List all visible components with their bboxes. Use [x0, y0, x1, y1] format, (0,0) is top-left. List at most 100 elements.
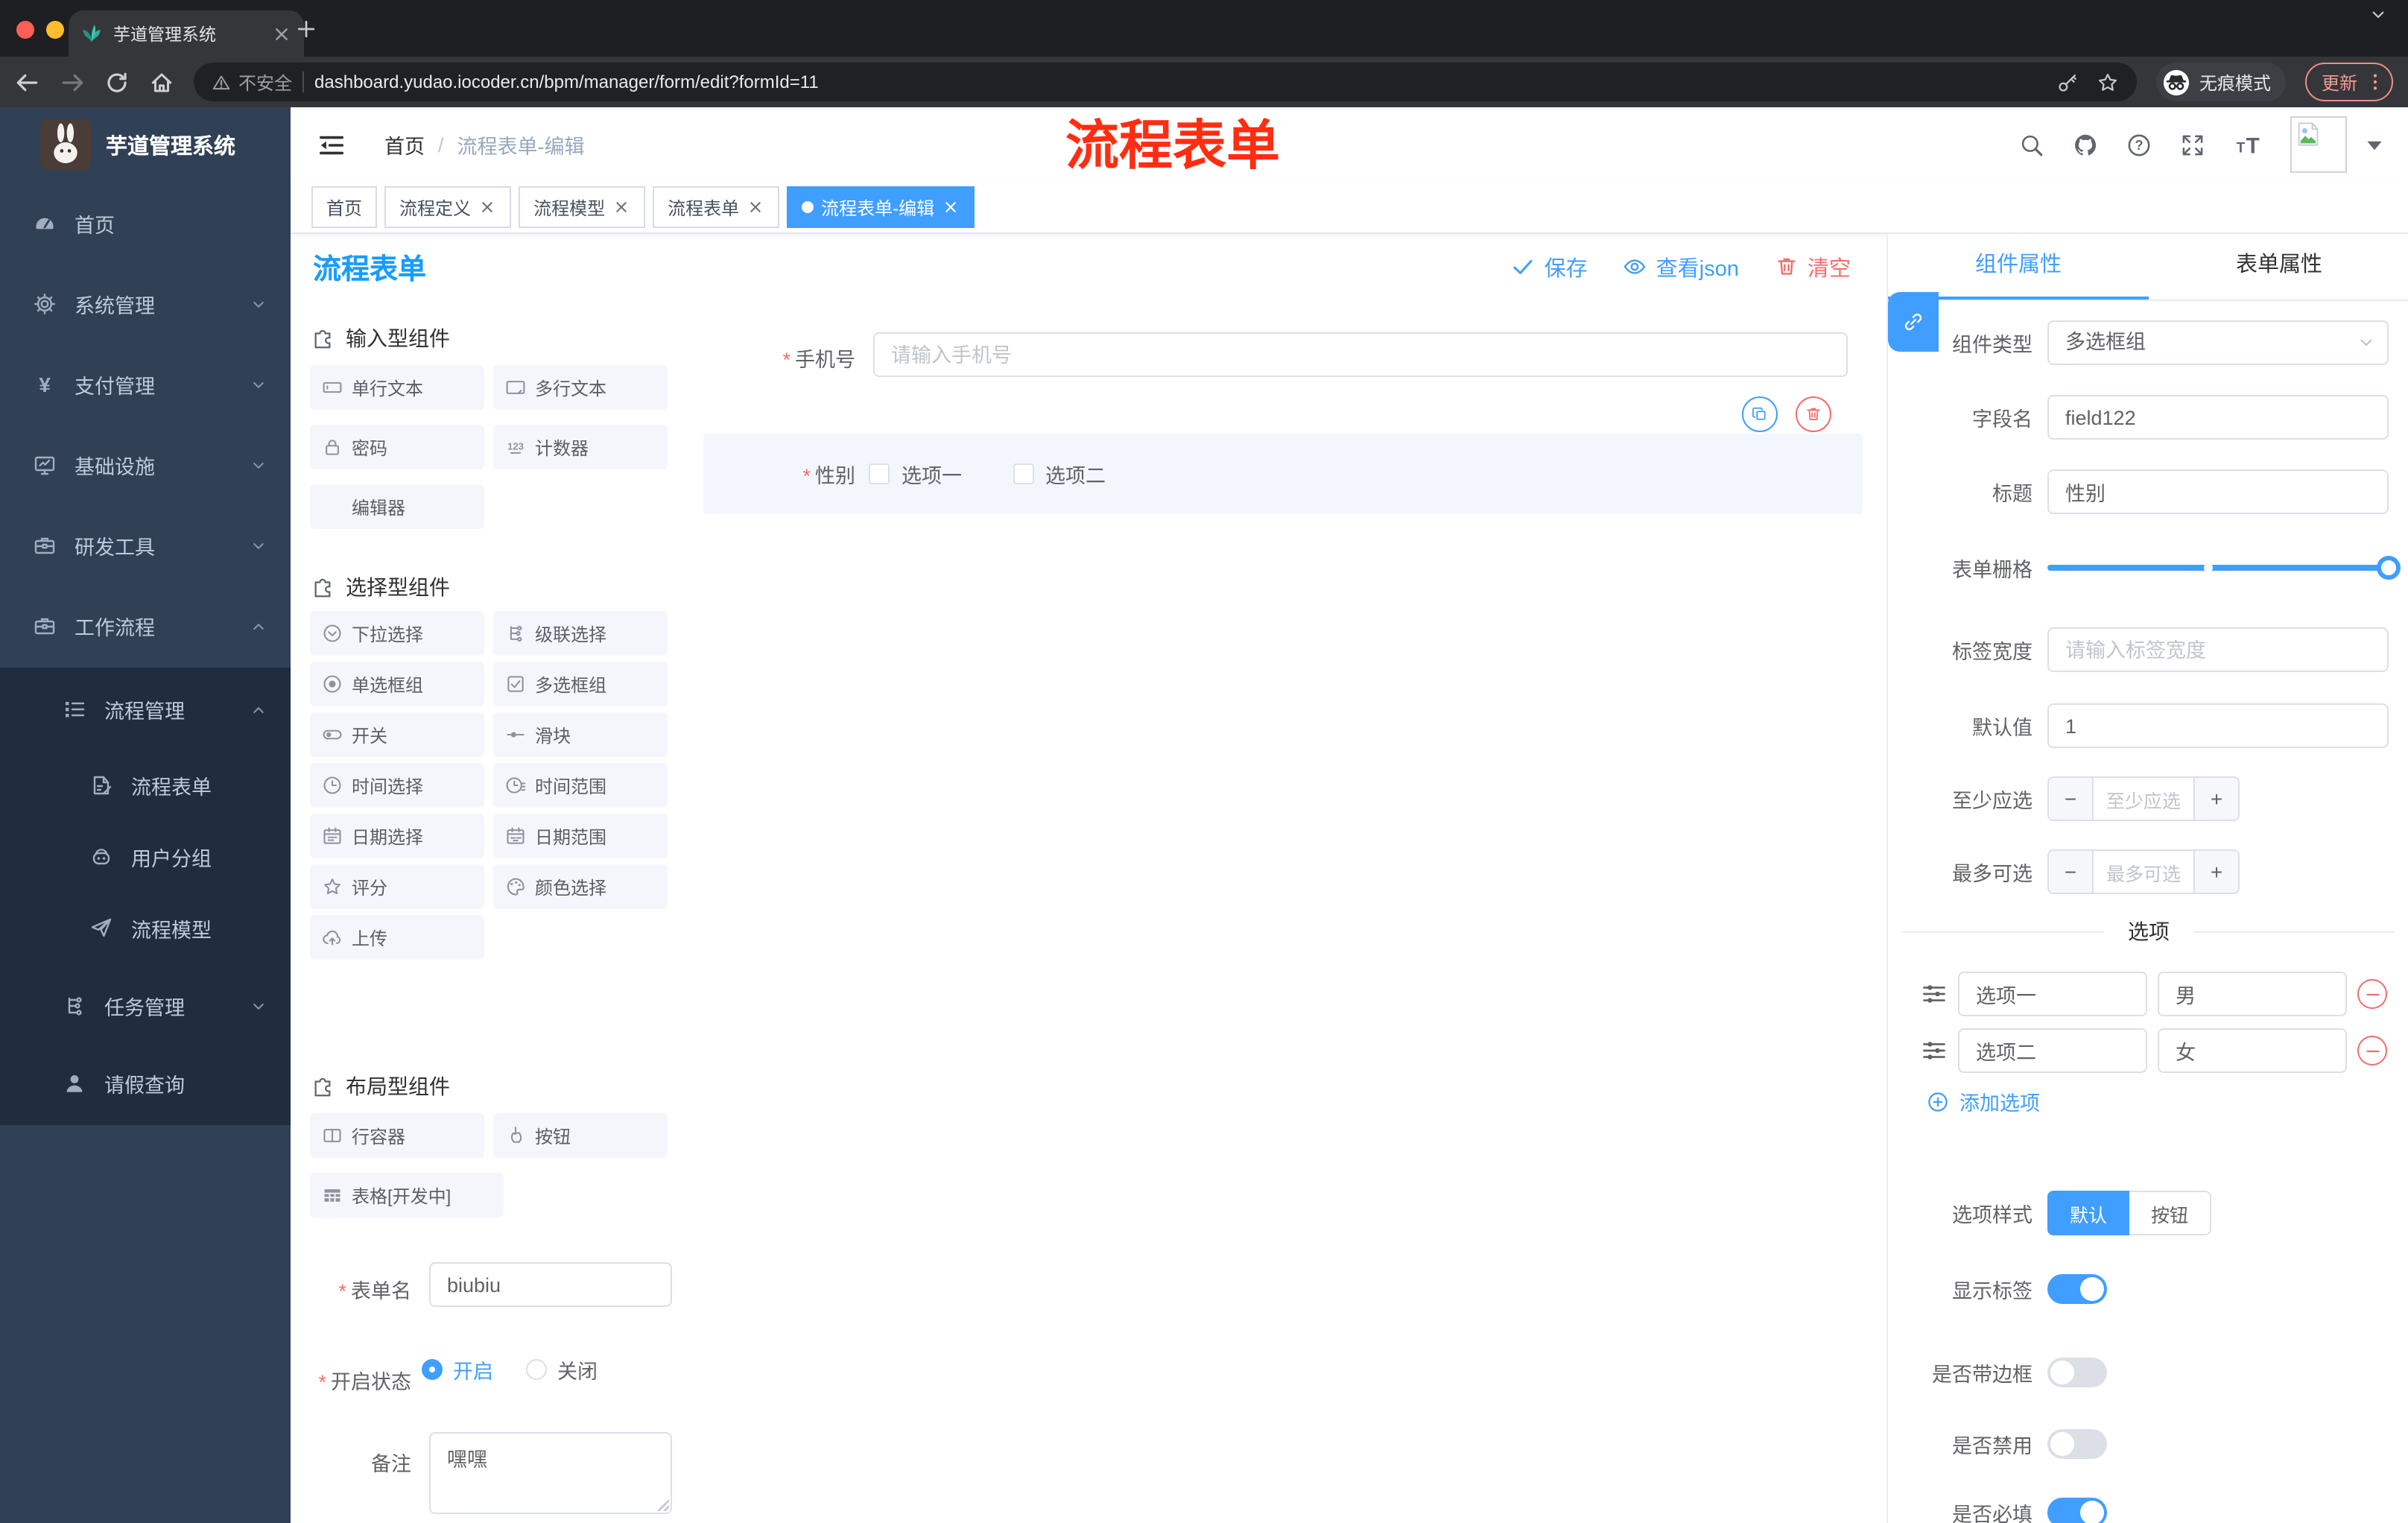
- tag-close-icon[interactable]: [612, 198, 630, 216]
- password-key-icon[interactable]: [2056, 71, 2079, 93]
- selected-component-gender[interactable]: * 性别 选项一 选项二: [703, 434, 1863, 514]
- sidebar-item-process-form[interactable]: 流程表单: [0, 750, 291, 821]
- option-1-label-input[interactable]: [1958, 972, 2147, 1016]
- disabled-toggle[interactable]: [2047, 1429, 2107, 1459]
- default-value-input[interactable]: [2047, 703, 2389, 748]
- tag-close-icon[interactable]: [747, 198, 764, 216]
- status-radio-on[interactable]: 开启: [422, 1355, 493, 1384]
- sidebar-item-system[interactable]: 系统管理: [0, 267, 291, 341]
- tab-form-props[interactable]: 表单属性: [2149, 234, 2408, 300]
- hamburger-icon[interactable]: [317, 130, 346, 159]
- font-size-icon[interactable]: TT: [2234, 130, 2262, 159]
- palette-item-counter[interactable]: 123 计数器: [493, 425, 668, 469]
- sidebar-item-devtools[interactable]: 研发工具: [0, 508, 291, 583]
- style-default-button[interactable]: 默认: [2047, 1191, 2129, 1235]
- drag-handle-icon[interactable]: [1921, 981, 1948, 1007]
- browser-tab[interactable]: 芋道管理系统: [69, 10, 304, 57]
- title-input[interactable]: [2047, 469, 2389, 514]
- reload-icon[interactable]: [104, 69, 130, 95]
- tab-component-props[interactable]: 组件属性: [1888, 234, 2149, 300]
- new-tab-button[interactable]: [295, 18, 317, 40]
- tag-process-definition[interactable]: 流程定义: [384, 186, 512, 228]
- palette-item-time-range[interactable]: 时间范围: [493, 763, 668, 808]
- form-remark-textarea[interactable]: 嘿嘿: [429, 1432, 672, 1514]
- sidebar-item-home[interactable]: 首页: [0, 186, 291, 261]
- forward-icon[interactable]: [60, 69, 85, 95]
- drag-handle-icon[interactable]: [1921, 1037, 1948, 1064]
- stepper-minus-button[interactable]: −: [2049, 778, 2092, 820]
- option-2-value-input[interactable]: [2158, 1028, 2347, 1073]
- component-copy-button[interactable]: [1742, 396, 1778, 432]
- max-select-placeholder[interactable]: 最多可选: [2092, 851, 2195, 893]
- search-icon[interactable]: [2019, 132, 2044, 157]
- tag-close-icon[interactable]: [942, 198, 960, 216]
- sidebar-item-workflow[interactable]: 工作流程: [0, 589, 291, 663]
- textarea-resize-handle[interactable]: [657, 1499, 669, 1511]
- remove-option-button[interactable]: [2357, 1036, 2387, 1066]
- gender-checkbox-1[interactable]: [869, 463, 890, 484]
- sidebar-item-payment[interactable]: ¥ 支付管理: [0, 347, 291, 422]
- palette-item-button[interactable]: 按钮: [493, 1113, 668, 1158]
- palette-item-table[interactable]: 表格[开发中]: [310, 1173, 504, 1218]
- github-icon[interactable]: [2073, 132, 2098, 157]
- security-chip[interactable]: 不安全: [212, 69, 292, 95]
- remove-option-button[interactable]: [2357, 979, 2387, 1009]
- palette-item-select[interactable]: 下拉选择: [310, 611, 484, 656]
- style-button-button[interactable]: 按钮: [2129, 1191, 2211, 1235]
- fullscreen-icon[interactable]: [2180, 132, 2205, 157]
- save-button[interactable]: 保存: [1512, 251, 1588, 282]
- label-width-input[interactable]: [2047, 627, 2389, 672]
- palette-item-cascader[interactable]: 级联选择: [493, 611, 668, 656]
- component-delete-button[interactable]: [1796, 396, 1831, 432]
- browser-menu-dots-icon[interactable]: [2365, 72, 2386, 92]
- palette-item-checkbox-group[interactable]: 多选框组: [493, 662, 668, 706]
- home-icon[interactable]: [149, 69, 174, 95]
- tag-close-icon[interactable]: [478, 198, 496, 216]
- phone-field-input[interactable]: [873, 332, 1848, 377]
- sidebar-item-process-mgmt[interactable]: 流程管理: [0, 672, 291, 747]
- slider-handle[interactable]: [2377, 556, 2401, 580]
- required-toggle[interactable]: [2047, 1498, 2107, 1523]
- min-select-placeholder[interactable]: 至少应选: [2092, 778, 2195, 820]
- field-name-input[interactable]: [2047, 395, 2389, 440]
- status-radio-off[interactable]: 关闭: [526, 1355, 598, 1384]
- avatar[interactable]: [2290, 116, 2347, 173]
- palette-item-switch[interactable]: 开关: [310, 712, 484, 757]
- show-label-toggle[interactable]: [2047, 1274, 2107, 1304]
- palette-item-slider[interactable]: 滑块: [493, 712, 668, 757]
- component-type-select[interactable]: 多选框组: [2047, 320, 2389, 365]
- tag-process-model[interactable]: 流程模型: [519, 186, 646, 228]
- breadcrumb-home[interactable]: 首页: [384, 130, 425, 159]
- help-icon[interactable]: ?: [2126, 132, 2152, 157]
- clear-button[interactable]: 清空: [1775, 251, 1851, 282]
- palette-item-rate[interactable]: 评分: [310, 864, 484, 909]
- palette-item-radio-group[interactable]: 单选框组: [310, 662, 484, 706]
- sidebar-item-task-mgmt[interactable]: 任务管理: [0, 969, 291, 1043]
- minimize-window-button[interactable]: [46, 21, 64, 39]
- sidebar-logo[interactable]: 芋道管理系统: [0, 107, 235, 182]
- tag-process-form-edit[interactable]: 流程表单-编辑: [787, 186, 975, 228]
- palette-item-color-picker[interactable]: 颜色选择: [493, 864, 668, 909]
- palette-item-upload[interactable]: 上传: [310, 915, 484, 960]
- back-icon[interactable]: [15, 69, 40, 95]
- form-grid-slider[interactable]: [2047, 556, 2401, 580]
- palette-item-date-range[interactable]: 日期范围: [493, 814, 668, 858]
- palette-item-editor[interactable]: 编辑器: [310, 484, 484, 529]
- tag-process-form[interactable]: 流程表单: [653, 186, 780, 228]
- palette-item-password[interactable]: 密码: [310, 425, 484, 469]
- sidebar-item-leave-query[interactable]: 请假查询: [0, 1046, 291, 1121]
- field-binding-handle[interactable]: [1888, 292, 1939, 352]
- form-name-input[interactable]: [429, 1262, 672, 1307]
- tab-search-caret-icon[interactable]: [2369, 6, 2387, 24]
- option-1-value-input[interactable]: [2158, 972, 2347, 1016]
- view-json-button[interactable]: 查看json: [1623, 251, 1739, 282]
- add-option-button[interactable]: 添加选项: [1927, 1086, 2040, 1116]
- stepper-plus-button[interactable]: +: [2195, 778, 2238, 820]
- palette-item-single-text[interactable]: 单行文本: [310, 365, 484, 410]
- avatar-caret-icon[interactable]: [2362, 132, 2387, 157]
- stepper-minus-button[interactable]: −: [2049, 851, 2092, 893]
- gender-checkbox-2[interactable]: [1013, 463, 1033, 484]
- address-bar[interactable]: 不安全 dashboard.yudao.iocoder.cn/bpm/manag…: [194, 63, 2137, 101]
- sidebar-item-user-group[interactable]: 用户分组: [0, 821, 291, 893]
- browser-update-button[interactable]: 更新: [2304, 63, 2393, 101]
